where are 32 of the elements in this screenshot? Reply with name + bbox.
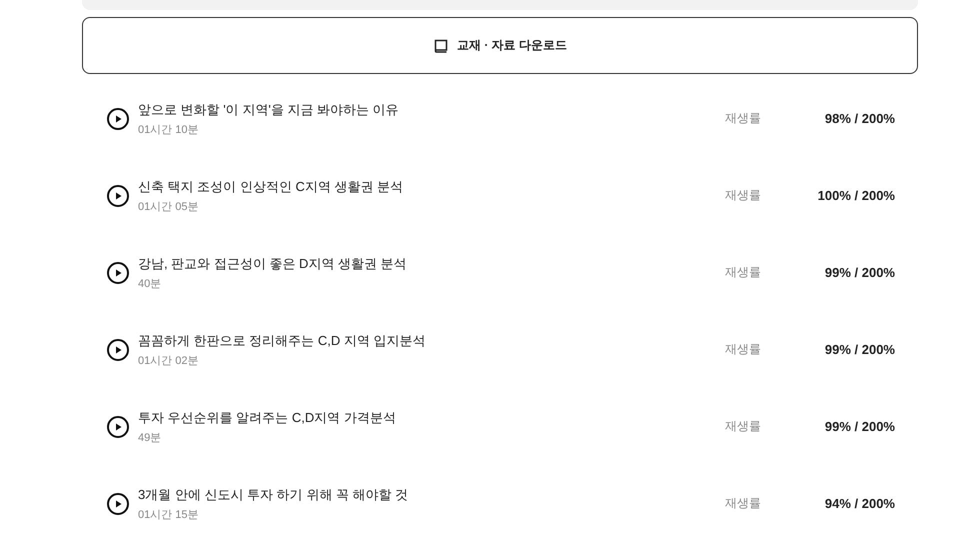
download-button[interactable]: 교재 · 자료 다운로드 — [82, 17, 918, 74]
lesson-title[interactable]: 앞으로 변화할 '이 지역'을 지금 봐야하는 이유 — [138, 100, 725, 118]
play-icon[interactable] — [106, 106, 130, 130]
play-rate: 99% / 200% — [824, 419, 895, 434]
play-rate: 100% / 200% — [816, 188, 895, 203]
lesson-title[interactable]: 3개월 안에 신도시 투자 하기 위해 꼭 해야할 것 — [138, 486, 725, 504]
lesson-duration: 49분 — [138, 430, 162, 444]
play-icon[interactable] — [106, 492, 130, 516]
play-icon[interactable] — [106, 260, 130, 284]
rate-label: 재생률 — [725, 187, 762, 204]
lesson-title[interactable]: 강남, 판교와 접근성이 좋은 D지역 생활권 분석 — [138, 254, 725, 272]
play-rate: 98% / 200% — [824, 111, 895, 126]
rate-label: 재생률 — [725, 264, 762, 281]
rate-label: 재생률 — [725, 418, 762, 435]
lesson-duration: 40분 — [138, 276, 162, 290]
play-icon[interactable] — [106, 184, 130, 208]
lesson-title[interactable]: 투자 우선순위를 알려주는 C,D지역 가격분석 — [138, 408, 725, 426]
lesson-title[interactable]: 신축 택지 조성이 인상적인 C지역 생활권 분석 — [138, 178, 725, 196]
lesson-duration: 01시간 05분 — [138, 200, 200, 214]
rate-label: 재생률 — [725, 495, 762, 512]
lesson-duration: 01시간 15분 — [138, 508, 200, 522]
play-rate: 99% / 200% — [824, 265, 895, 280]
lesson-duration: 01시간 02분 — [138, 354, 200, 368]
lesson-title[interactable]: 꼼꼼하게 한판으로 정리해주는 C,D 지역 입지분석 — [138, 332, 725, 350]
play-rate: 99% / 200% — [824, 342, 895, 357]
rate-label: 재생률 — [725, 110, 762, 127]
play-rate: 94% / 200% — [824, 496, 895, 511]
play-icon[interactable] — [106, 414, 130, 438]
rate-label: 재생률 — [725, 341, 762, 358]
lesson-duration: 01시간 10분 — [138, 122, 200, 136]
play-icon[interactable] — [106, 338, 130, 362]
book-icon — [433, 38, 449, 54]
